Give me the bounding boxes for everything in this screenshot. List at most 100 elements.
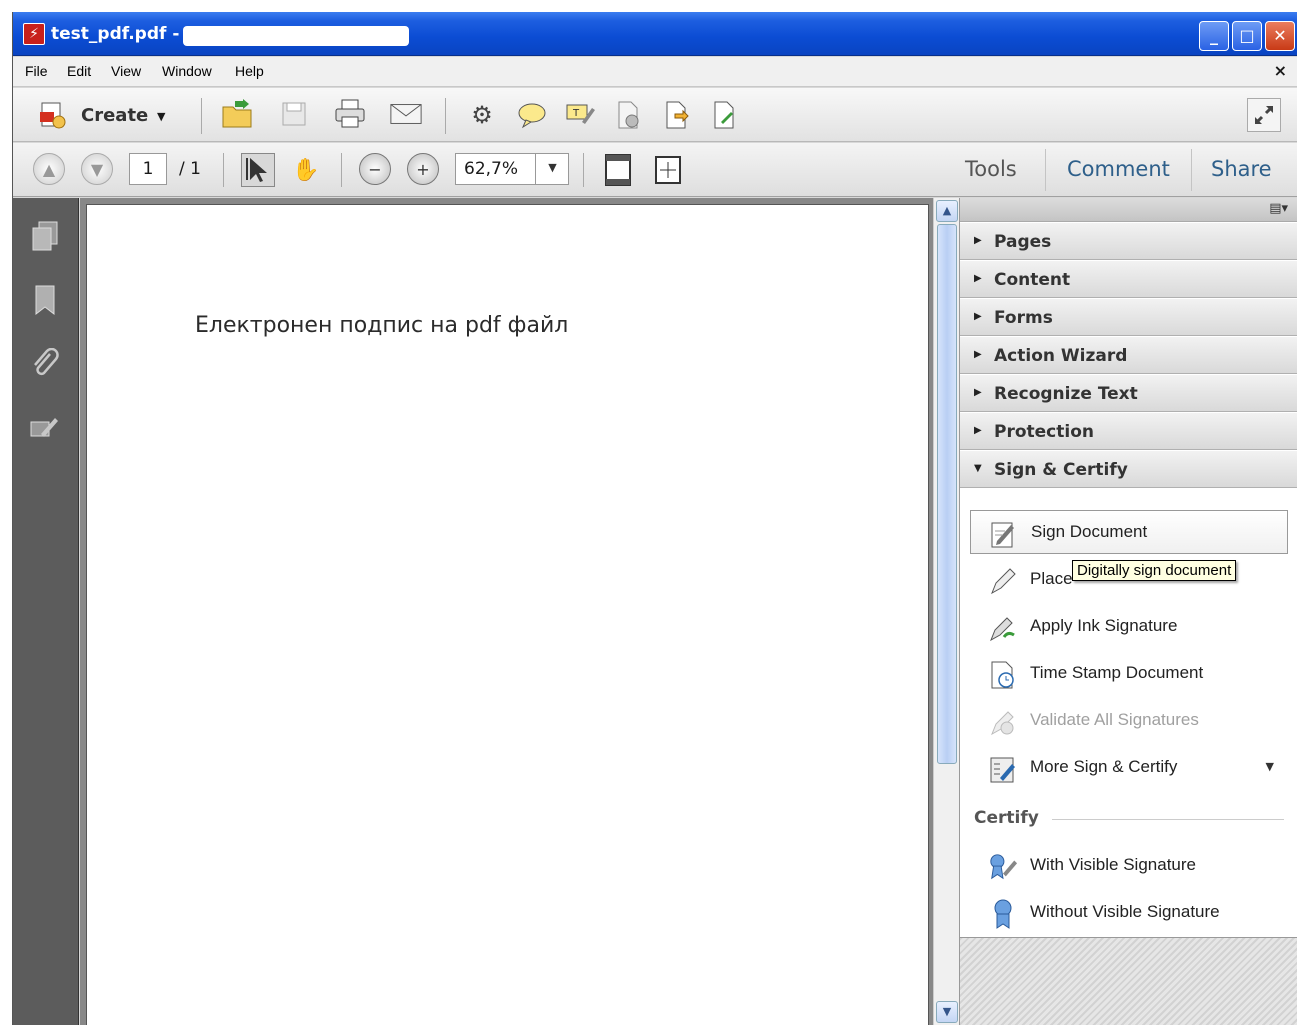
expand-arrow-icon: ▶	[974, 235, 982, 246]
apply-ink-signature-tool[interactable]: Apply Ink Signature	[970, 605, 1288, 649]
tool-label: Without Visible Signature	[1030, 902, 1220, 921]
section-action-wizard[interactable]: ▶ Action Wizard	[960, 336, 1297, 374]
time-stamp-tool[interactable]: Time Stamp Document	[970, 652, 1288, 696]
section-label: Action Wizard	[994, 346, 1128, 366]
tool-label: Place	[1030, 569, 1073, 588]
panel-empty-area	[960, 937, 1297, 1025]
panel-header: ▤▾	[960, 198, 1297, 222]
collapse-arrow-icon: ▼	[974, 463, 982, 474]
fit-page-icon[interactable]	[601, 153, 635, 187]
chevron-down-icon[interactable]: ▼	[1266, 760, 1274, 773]
vertical-scrollbar[interactable]: ▲ ▼	[933, 198, 959, 1025]
tool-label: Validate All Signatures	[1030, 710, 1199, 729]
fit-width-icon[interactable]	[651, 153, 685, 187]
expand-arrow-icon: ▶	[974, 387, 982, 398]
section-content[interactable]: ▶ Content	[960, 260, 1297, 298]
ink-signature-icon	[988, 613, 1018, 643]
email-icon[interactable]	[389, 97, 423, 131]
zoom-in-button[interactable]: +	[407, 153, 439, 185]
time-stamp-icon	[988, 660, 1018, 690]
menu-help[interactable]: Help	[235, 63, 264, 79]
tooltip: Digitally sign document	[1072, 560, 1237, 581]
certify-heading: Certify	[974, 808, 1039, 828]
menu-edit[interactable]: Edit	[67, 63, 91, 79]
bookmarks-icon[interactable]	[27, 282, 63, 318]
expand-arrow-icon: ▶	[974, 273, 982, 284]
expand-icon[interactable]	[1247, 98, 1281, 132]
menu-window[interactable]: Window	[162, 63, 212, 79]
close-window-button[interactable]: ✕	[1265, 21, 1295, 51]
menu-view[interactable]: View	[111, 63, 141, 79]
tool-label: More Sign & Certify	[1030, 757, 1178, 776]
scroll-down-icon[interactable]: ▼	[936, 1001, 958, 1023]
pdf-page: Електронен подпис на pdf файл	[86, 204, 929, 1025]
navigation-panel	[13, 198, 79, 1025]
document-area[interactable]: Електронен подпис на pdf файл	[80, 198, 933, 1025]
zoom-dropdown-icon[interactable]: ▼	[535, 153, 569, 185]
window-title: test_pdf.pdf -	[51, 24, 180, 44]
create-dropdown-icon[interactable]: ▼	[157, 110, 165, 123]
print-icon[interactable]	[333, 97, 367, 131]
tab-separator	[1191, 149, 1192, 191]
toolbar-separator	[201, 98, 202, 134]
sign-document-tool[interactable]: Sign Document	[970, 510, 1288, 554]
open-icon[interactable]	[221, 97, 255, 131]
attachments-icon[interactable]	[27, 346, 63, 382]
section-protection[interactable]: ▶ Protection	[960, 412, 1297, 450]
export-icon[interactable]	[659, 98, 693, 132]
close-document-button[interactable]: ×	[1274, 61, 1287, 80]
expand-arrow-icon: ▶	[974, 425, 982, 436]
scrollbar-thumb[interactable]	[937, 224, 957, 764]
section-sign-certify[interactable]: ▼ Sign & Certify	[960, 450, 1297, 488]
certify-visible-signature-tool[interactable]: With Visible Signature	[970, 844, 1288, 888]
panel-options-icon[interactable]: ▤▾	[1269, 201, 1288, 216]
previous-page-button[interactable]: ▲	[33, 153, 65, 185]
title-bar: ⚡ test_pdf.pdf - _ □ ✕	[13, 12, 1297, 56]
section-label: Sign & Certify	[994, 460, 1128, 480]
hand-tool-icon[interactable]: ✋	[289, 153, 323, 187]
redact-icon[interactable]	[611, 98, 645, 132]
page-number-input[interactable]: 1	[129, 153, 167, 185]
sign-icon[interactable]	[707, 98, 741, 132]
expand-arrow-icon: ▶	[974, 311, 982, 322]
tool-label: Time Stamp Document	[1030, 663, 1204, 682]
certify-invisible-signature-tool[interactable]: Without Visible Signature	[970, 891, 1288, 935]
more-sign-certify-tool[interactable]: More Sign & Certify ▼	[970, 746, 1288, 790]
validate-signatures-tool[interactable]: Validate All Signatures	[970, 699, 1288, 743]
tab-tools[interactable]: Tools	[965, 157, 1017, 181]
scroll-up-icon[interactable]: ▲	[936, 200, 958, 222]
menu-bar: File Edit View Window Help ×	[13, 57, 1297, 87]
pen-icon	[988, 566, 1018, 596]
tool-label: With Visible Signature	[1030, 855, 1196, 874]
certify-divider	[1052, 819, 1284, 820]
section-forms[interactable]: ▶ Forms	[960, 298, 1297, 336]
tab-comment[interactable]: Comment	[1067, 157, 1170, 181]
section-label: Content	[994, 270, 1071, 290]
menu-file[interactable]: File	[25, 63, 48, 79]
section-label: Recognize Text	[994, 384, 1138, 404]
tools-panel: ▤▾ ▶ Pages ▶ Content ▶ Forms ▶ Action Wi…	[959, 198, 1297, 1025]
validate-icon	[988, 707, 1018, 737]
toolbar-separator	[445, 98, 446, 134]
section-recognize-text[interactable]: ▶ Recognize Text	[960, 374, 1297, 412]
signatures-icon[interactable]	[27, 410, 63, 446]
create-icon[interactable]	[35, 98, 69, 132]
select-tool-icon[interactable]	[241, 153, 275, 187]
create-button[interactable]: Create	[81, 105, 148, 126]
minimize-button[interactable]: _	[1199, 21, 1229, 51]
highlight-icon[interactable]: T	[563, 98, 597, 132]
zoom-out-button[interactable]: −	[359, 153, 391, 185]
maximize-button[interactable]: □	[1232, 21, 1262, 51]
app-window: ⚡ test_pdf.pdf - _ □ ✕ File Edit View Wi…	[12, 12, 1297, 1025]
settings-icon[interactable]: ⚙	[465, 98, 499, 132]
pages-icon[interactable]	[27, 218, 63, 254]
section-pages[interactable]: ▶ Pages	[960, 222, 1297, 260]
toolbar-separator	[341, 153, 342, 187]
tool-label: Apply Ink Signature	[1030, 616, 1178, 635]
comment-icon[interactable]	[515, 98, 549, 132]
navigation-toolbar: ▲ ▼ 1 / 1 ✋ − + 62,7% ▼ Tools Comment Sh…	[13, 143, 1297, 197]
save-icon[interactable]	[277, 97, 311, 131]
tab-share[interactable]: Share	[1211, 157, 1272, 181]
document-text: Електронен подпис на pdf файл	[195, 313, 569, 338]
next-page-button[interactable]: ▼	[81, 153, 113, 185]
